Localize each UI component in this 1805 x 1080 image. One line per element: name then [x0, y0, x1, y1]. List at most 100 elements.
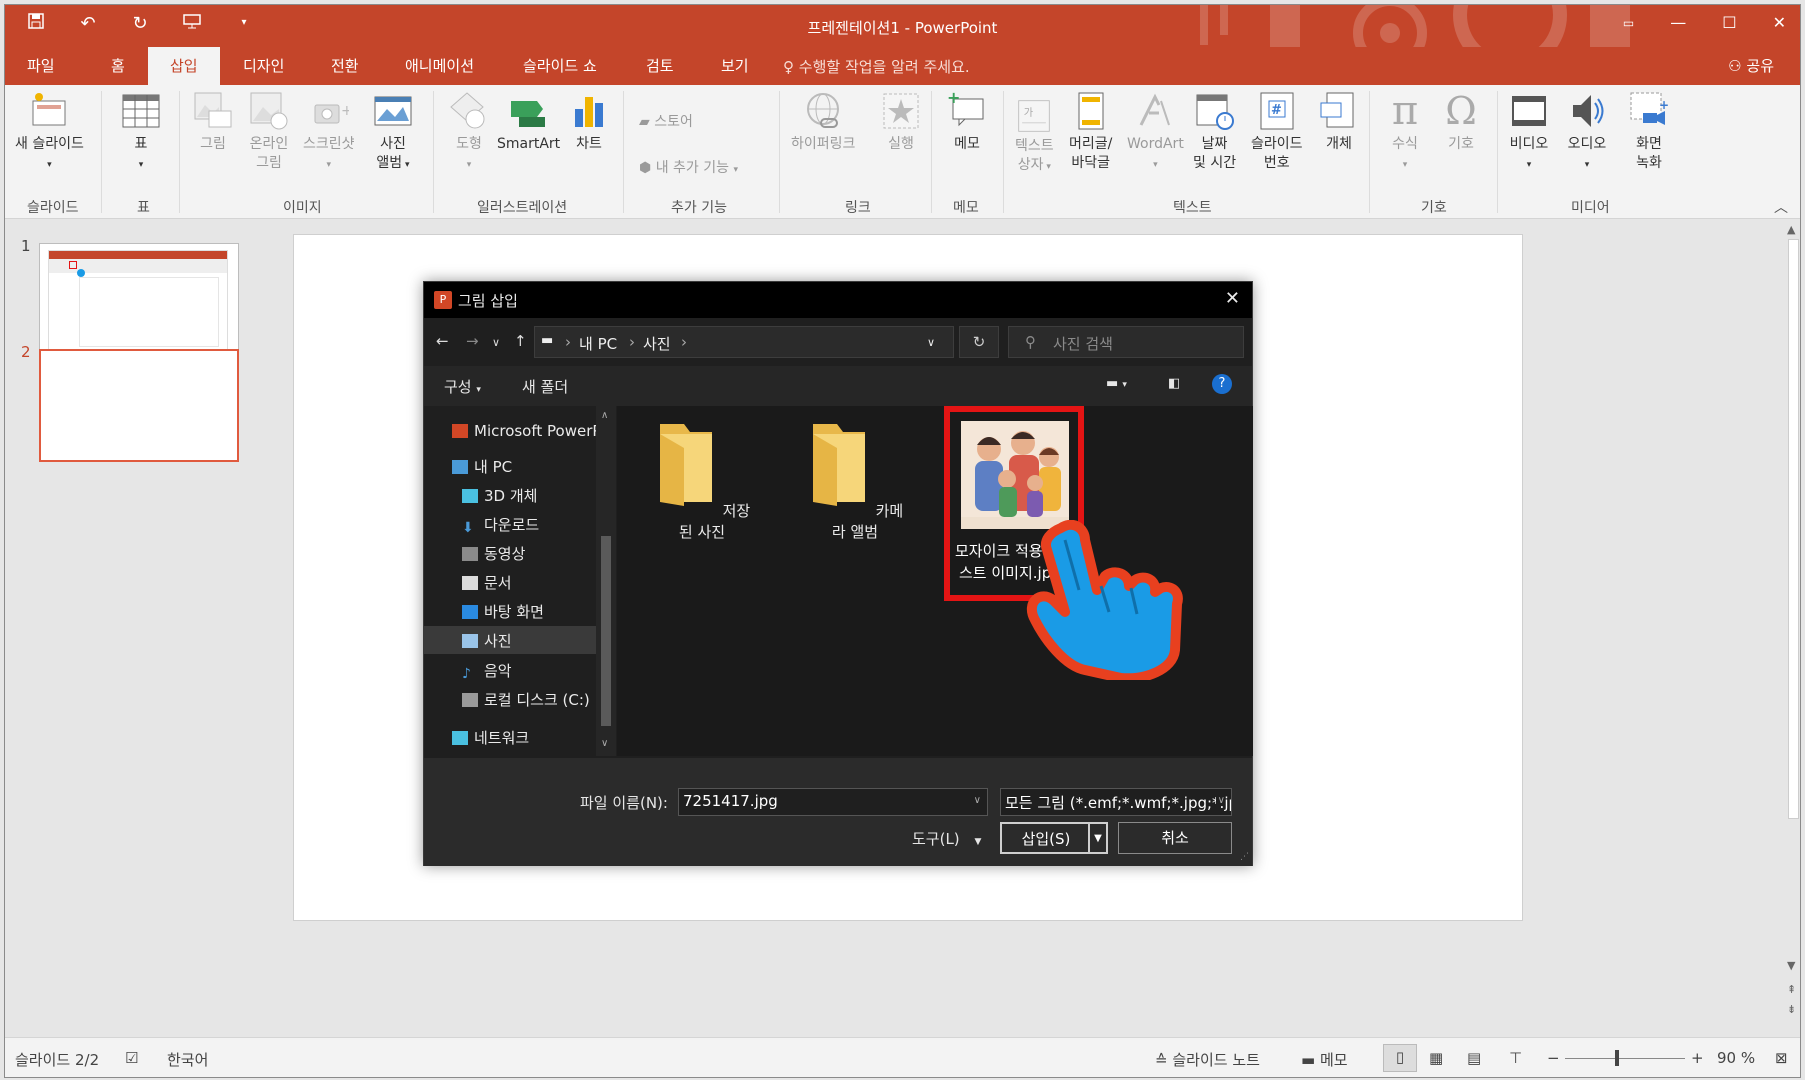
- save-icon[interactable]: [25, 13, 47, 34]
- undo-icon[interactable]: ↶: [77, 13, 99, 34]
- nav-item-this-pc[interactable]: 내 PC: [424, 452, 596, 480]
- wordart-button[interactable]: WordArt ▾: [1127, 91, 1184, 175]
- resize-grip-icon[interactable]: ⋰: [1240, 852, 1249, 862]
- slideshow-start-icon[interactable]: [181, 13, 203, 34]
- nav-pane-scrollbar[interactable]: ∧ ∨: [596, 406, 616, 756]
- close-button[interactable]: ✕: [1773, 13, 1786, 32]
- organize-button[interactable]: 구성 ▾: [444, 376, 481, 397]
- preview-pane-icon[interactable]: ◧: [1168, 376, 1180, 391]
- symbol-button[interactable]: Ω 기호: [1441, 91, 1481, 154]
- nav-item-pictures[interactable]: 사진: [424, 626, 596, 654]
- nav-item-network[interactable]: 네트워크: [424, 723, 596, 751]
- tab-review[interactable]: 검토: [646, 55, 674, 76]
- hyperlink-button[interactable]: 하이퍼링크: [791, 91, 855, 154]
- insert-dropdown-icon[interactable]: ▼: [1088, 822, 1108, 854]
- insert-button[interactable]: 삽입(S): [1000, 822, 1092, 854]
- ribbon-display-icon[interactable]: ▭: [1623, 13, 1634, 32]
- slide-sorter-icon[interactable]: ▦: [1429, 1049, 1443, 1067]
- slide-number-button[interactable]: # 슬라이드 번호: [1251, 91, 1303, 173]
- search-box[interactable]: ⚲ 사진 검색: [1008, 326, 1244, 358]
- my-addins-button[interactable]: ⬢ 내 추가 기능 ▾: [639, 157, 738, 177]
- collapse-ribbon-icon[interactable]: ︿: [1774, 197, 1788, 217]
- tab-transitions[interactable]: 전환: [331, 55, 359, 76]
- zoom-out-button[interactable]: −: [1547, 1049, 1560, 1067]
- breadcrumb-pictures[interactable]: 사진: [643, 333, 671, 354]
- tab-insert[interactable]: 삽입: [148, 47, 220, 85]
- qat-more-icon[interactable]: ▾: [233, 13, 255, 34]
- tab-view[interactable]: 보기: [721, 55, 749, 76]
- tab-home[interactable]: 홈: [111, 55, 125, 76]
- scroll-up-icon[interactable]: ∧: [601, 410, 608, 421]
- dialog-close-icon[interactable]: ✕: [1225, 288, 1240, 309]
- folder-camera-roll[interactable]: 카메라 앨범: [800, 420, 910, 542]
- vertical-scrollbar[interactable]: ▲ ▼ ⇞ ⇟: [1785, 219, 1800, 1037]
- filetype-select[interactable]: 모든 그림 (*.emf;*.wmf;*.jpg;*.jp ∨: [1000, 788, 1232, 816]
- language-indicator[interactable]: 한국어: [167, 1049, 208, 1070]
- recent-locations-icon[interactable]: ∨: [492, 336, 500, 349]
- video-button[interactable]: 비디오 ▾: [1509, 91, 1549, 175]
- normal-view-icon[interactable]: ▯: [1383, 1044, 1417, 1072]
- textbox-button[interactable]: 가 텍스트 상자 ▾: [1015, 99, 1054, 177]
- action-button[interactable]: 실행: [881, 91, 921, 154]
- nav-item-videos[interactable]: 동영상: [424, 539, 596, 567]
- nav-item-music[interactable]: ♪ 음악: [424, 656, 596, 684]
- equation-button[interactable]: π 수식 ▾: [1385, 91, 1425, 175]
- folder-saved-pictures[interactable]: 저장된 사진: [647, 420, 757, 542]
- comment-button[interactable]: + 메모: [947, 91, 987, 154]
- reading-view-icon[interactable]: ▤: [1467, 1049, 1481, 1067]
- filename-input[interactable]: 7251417.jpg ∨: [678, 788, 988, 816]
- help-icon[interactable]: ?: [1212, 374, 1232, 394]
- tell-me-box[interactable]: ♀ 수행할 작업을 알려 주세요.: [783, 56, 970, 77]
- nav-item-documents[interactable]: 문서: [424, 568, 596, 596]
- new-slide-button[interactable]: 새 슬라이드 ▾: [15, 91, 84, 175]
- forward-arrow-icon[interactable]: →: [466, 332, 479, 350]
- chart-button[interactable]: 차트: [569, 91, 609, 154]
- zoom-in-button[interactable]: +: [1691, 1049, 1704, 1067]
- share-button[interactable]: ⚇ 공유: [1728, 55, 1774, 76]
- previous-slide-icon[interactable]: ⇞: [1787, 983, 1796, 996]
- nav-item-downloads[interactable]: ⬇ 다운로드: [424, 510, 596, 538]
- slide-thumbnail-1[interactable]: [39, 243, 239, 356]
- scroll-thumb[interactable]: [1788, 239, 1799, 819]
- photo-album-button[interactable]: 사진 앨범 ▾: [373, 91, 413, 175]
- zoom-slider[interactable]: [1565, 1058, 1685, 1059]
- view-options-icon[interactable]: ▬ ▾: [1106, 376, 1127, 391]
- tab-file[interactable]: 파일: [27, 55, 55, 76]
- screen-recording-button[interactable]: + 화면 녹화: [1629, 91, 1669, 173]
- filename-dropdown-icon[interactable]: ∨: [974, 795, 981, 806]
- online-picture-button[interactable]: 온라인 그림: [249, 91, 289, 173]
- store-button[interactable]: ▰ 스토어: [639, 111, 693, 131]
- new-folder-button[interactable]: 새 폴더: [522, 376, 568, 397]
- scroll-down-icon[interactable]: ∨: [601, 738, 608, 749]
- slide-thumbnail-2[interactable]: [39, 349, 239, 462]
- nav-item-3d-objects[interactable]: 3D 개체: [424, 481, 596, 509]
- nav-item-desktop[interactable]: 바탕 화면: [424, 597, 596, 625]
- family-image-thumbnail[interactable]: [961, 421, 1069, 529]
- tab-design[interactable]: 디자인: [243, 55, 284, 76]
- filetype-dropdown-icon[interactable]: ∨: [1215, 795, 1225, 806]
- tools-button[interactable]: 도구(L) ▼: [912, 828, 981, 849]
- slideshow-view-icon[interactable]: ⊤: [1509, 1049, 1522, 1067]
- refresh-icon[interactable]: ↻: [959, 326, 999, 358]
- nav-item-local-disk[interactable]: 로컬 디스크 (C:): [424, 685, 596, 713]
- scroll-down-icon[interactable]: ▼: [1787, 959, 1795, 972]
- fit-to-window-icon[interactable]: ⊠: [1775, 1049, 1788, 1067]
- smartart-button[interactable]: SmartArt: [497, 91, 560, 154]
- notes-button[interactable]: ≙ 슬라이드 노트: [1155, 1049, 1260, 1070]
- spellcheck-icon[interactable]: ☑: [125, 1049, 138, 1067]
- address-bar[interactable]: ▬ › 내 PC › 사진 › ∨: [534, 326, 954, 358]
- redo-icon[interactable]: ↻: [129, 13, 151, 34]
- date-time-button[interactable]: 날짜 및 시간: [1193, 91, 1236, 173]
- breadcrumb-pc[interactable]: 내 PC: [579, 333, 617, 354]
- table-button[interactable]: 표 ▾: [121, 91, 161, 175]
- nav-item-powerpoint[interactable]: Microsoft PowerP: [424, 418, 601, 446]
- tab-slideshow[interactable]: 슬라이드 쇼: [523, 55, 597, 76]
- zoom-level[interactable]: 90 %: [1717, 1049, 1755, 1067]
- back-arrow-icon[interactable]: ←: [436, 332, 449, 350]
- address-dropdown-icon[interactable]: ∨: [927, 336, 935, 349]
- object-button[interactable]: 개체: [1319, 91, 1359, 154]
- scroll-up-icon[interactable]: ▲: [1787, 223, 1795, 236]
- next-slide-icon[interactable]: ⇟: [1787, 1003, 1796, 1016]
- audio-button[interactable]: 오디오 ▾: [1567, 91, 1607, 175]
- nav-scroll-thumb[interactable]: [601, 536, 611, 726]
